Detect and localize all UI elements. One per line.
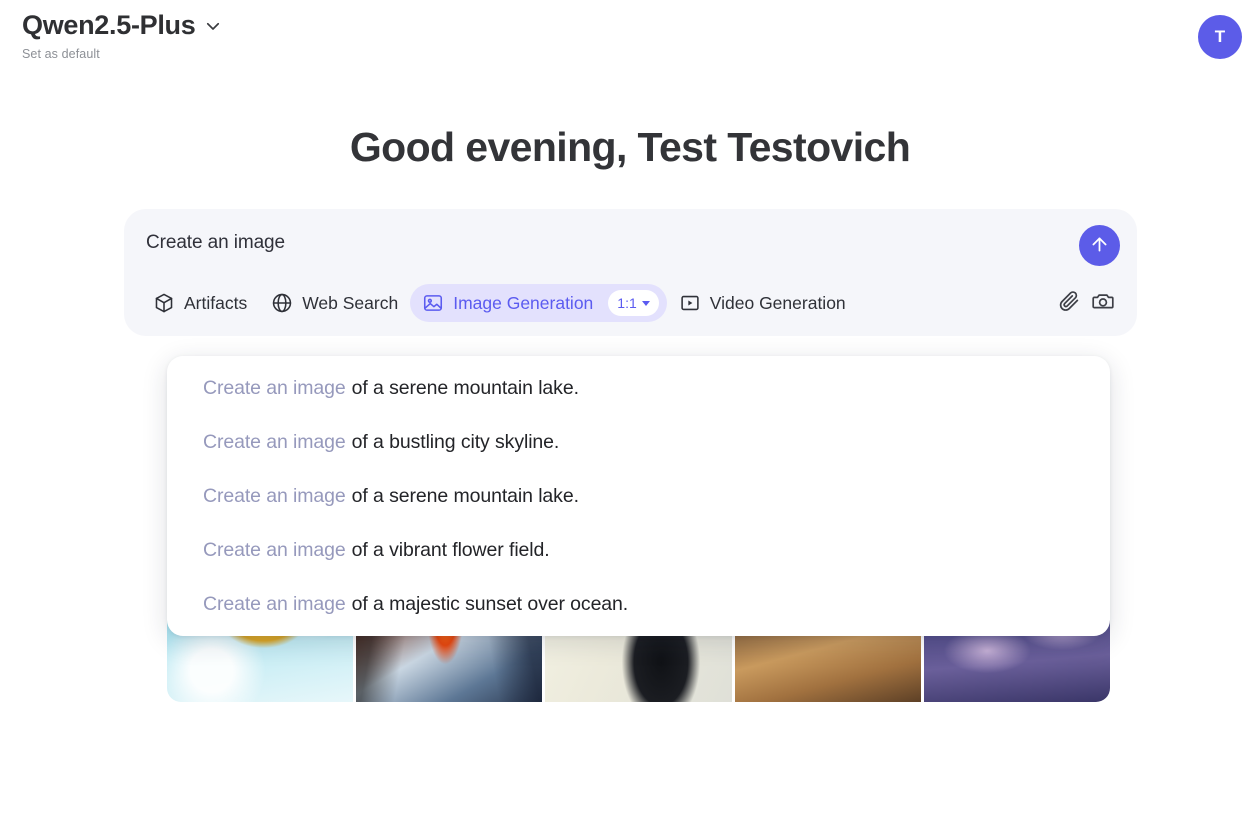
tool-video-generation-label: Video Generation [710,293,846,314]
suggestion-prefix: Create an image [203,431,346,454]
suggestion-rest: of a serene mountain lake. [352,377,579,400]
tool-video-generation[interactable]: Video Generation [667,284,858,322]
avatar[interactable]: T [1198,15,1242,59]
suggestion-item[interactable]: Create an image of a serene mountain lak… [185,469,1092,523]
camera-button[interactable] [1086,286,1120,320]
composer: Create an image Artifacts [124,209,1137,336]
suggestion-rest: of a bustling city skyline. [352,431,560,454]
aspect-ratio-selector[interactable]: 1:1 [608,290,658,316]
tool-image-generation[interactable]: Image Generation 1:1 [410,284,667,322]
suggestion-item[interactable]: Create an image of a bustling city skyli… [185,415,1092,469]
composer-toolbar: Artifacts Web Search Image Generatio [141,284,1120,322]
model-selector[interactable]: Qwen2.5-Plus [22,12,222,39]
tool-image-generation-label: Image Generation [453,293,593,314]
suggestion-prefix: Create an image [203,593,346,616]
suggestion-item[interactable]: Create an image of a serene mountain lak… [185,361,1092,415]
set-as-default-button[interactable]: Set as default [22,47,222,61]
tool-artifacts[interactable]: Artifacts [141,284,259,322]
image-icon [422,292,444,314]
chevron-down-icon[interactable] [204,17,222,35]
model-selector-block: Qwen2.5-Plus Set as default [22,12,222,61]
avatar-initial: T [1215,27,1225,47]
cube-icon [153,292,175,314]
suggestion-rest: of a majestic sunset over ocean. [352,593,628,616]
tool-artifacts-label: Artifacts [184,293,247,314]
aspect-ratio-value: 1:1 [617,295,636,311]
model-name-label: Qwen2.5-Plus [22,12,195,39]
camera-icon [1091,289,1115,318]
globe-icon [271,292,293,314]
top-bar: Qwen2.5-Plus Set as default T [0,0,1260,80]
suggestion-rest: of a vibrant flower field. [352,539,550,562]
arrow-up-icon [1089,234,1110,258]
suggestion-item[interactable]: Create an image of a vibrant flower fiel… [185,523,1092,577]
attach-file-button[interactable] [1052,286,1086,320]
suggestion-prefix: Create an image [203,485,346,508]
chevron-down-icon [642,301,650,306]
prompt-input[interactable]: Create an image [146,232,285,254]
paperclip-icon [1057,289,1081,318]
video-play-icon [679,292,701,314]
tool-web-search[interactable]: Web Search [259,284,410,322]
send-button[interactable] [1079,225,1120,266]
suggestion-item[interactable]: Create an image of a majestic sunset ove… [185,577,1092,631]
suggestion-rest: of a serene mountain lake. [352,485,579,508]
suggestion-dropdown: Create an image of a serene mountain lak… [167,356,1110,636]
page-title: Good evening, Test Testovich [0,124,1260,171]
suggestion-prefix: Create an image [203,539,346,562]
tool-web-search-label: Web Search [302,293,398,314]
suggestion-prefix: Create an image [203,377,346,400]
